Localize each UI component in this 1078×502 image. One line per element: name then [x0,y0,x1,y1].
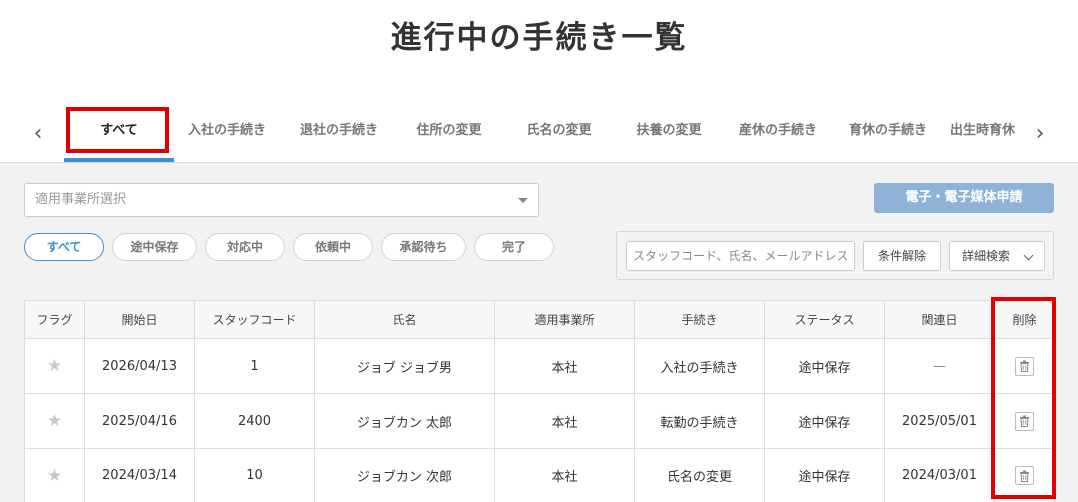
chevron-down-icon [1023,250,1034,261]
tab-scroll-right-icon[interactable]: › [1030,120,1050,148]
active-tab-indicator [64,158,174,162]
col-flag-header: フラグ [25,301,85,339]
trash-icon[interactable] [1015,466,1034,485]
related-date-cell: 2025/05/01 [885,394,995,449]
name-cell[interactable]: ジョブ ジョブ男 [315,339,495,394]
status-filter-all[interactable]: すべて [24,233,104,261]
col-office-header: 適用事業所 [495,301,635,339]
col-start-header: 開始日 [85,301,195,339]
flag-cell: ★ [25,339,85,394]
col-status-header: ステータス [765,301,885,339]
start-date-cell: 2026/04/13 [85,339,195,394]
status-filter-awaiting-approval[interactable]: 承認待ち [381,233,466,261]
delete-cell [995,449,1055,502]
delete-cell [995,339,1055,394]
star-icon[interactable]: ★ [47,466,62,486]
trash-icon[interactable] [1015,411,1034,431]
caret-down-icon [518,198,528,203]
tab-joining[interactable]: 入社の手続き [177,112,277,163]
tab-scroll-left-icon[interactable]: ‹ [28,120,48,148]
col-related-header: 関連日 [885,301,995,339]
advanced-search-button[interactable]: 詳細検索 [949,241,1045,271]
col-code-header: スタッフコード [195,301,315,339]
flag-cell: ★ [25,394,85,449]
col-delete-header: 削除 [995,301,1055,339]
status-filter-completed[interactable]: 完了 [474,233,554,261]
start-date-cell: 2024/03/14 [85,449,195,502]
page-title: 進行中の手続き一覧 [390,20,688,56]
status-filter-in-progress[interactable]: 対応中 [205,233,285,261]
status-cell: 途中保存 [765,394,885,449]
col-procedure-header: 手続き [635,301,765,339]
status-cell: 途中保存 [765,339,885,394]
clear-conditions-button[interactable]: 条件解除 [863,241,941,271]
flag-cell: ★ [25,449,85,502]
office-cell: 本社 [495,339,635,394]
procedure-tabs: すべて 入社の手続き 退社の手続き 住所の変更 氏名の変更 扶養の変更 産休の手… [64,112,1022,163]
tab-all[interactable]: すべて [64,112,174,163]
office-cell: 本社 [495,394,635,449]
office-cell: 本社 [495,449,635,502]
related-date-cell: — [885,339,995,394]
tab-birth-childcare[interactable]: 出生時育休 [950,112,1022,163]
tab-leaving[interactable]: 退社の手続き [289,112,389,163]
name-cell[interactable]: ジョブカン 太郎 [315,394,495,449]
tab-address-change[interactable]: 住所の変更 [401,112,497,163]
procedures-table: フラグ 開始日 スタッフコード 氏名 適用事業所 手続き ステータス 関連日 削… [24,300,1055,502]
tab-dependent-change[interactable]: 扶養の変更 [621,112,717,163]
status-filter-requested[interactable]: 依頼中 [293,233,373,261]
table-row: ★ 2025/04/16 2400 ジョブカン 太郎 本社 転勤の手続き 途中保… [25,394,1055,449]
advanced-search-label: 詳細検索 [962,249,1011,263]
star-icon[interactable]: ★ [47,356,62,376]
star-icon[interactable]: ★ [47,411,62,431]
procedure-cell[interactable]: 入社の手続き [635,339,765,394]
status-filter-draft[interactable]: 途中保存 [112,233,197,261]
tab-name-change[interactable]: 氏名の変更 [511,112,607,163]
staff-code-cell: 1 [195,339,315,394]
table-row: ★ 2026/04/13 1 ジョブ ジョブ男 本社 入社の手続き 途中保存 — [25,339,1055,394]
procedure-cell[interactable]: 氏名の変更 [635,449,765,502]
related-date-cell: 2024/03/01 [885,449,995,502]
tab-childcare-leave[interactable]: 育休の手続き [838,112,938,163]
procedure-cell[interactable]: 転勤の手続き [635,394,765,449]
col-name-header: 氏名 [315,301,495,339]
table-header-row: フラグ 開始日 スタッフコード 氏名 適用事業所 手続き ステータス 関連日 削… [25,301,1055,339]
start-date-cell: 2025/04/16 [85,394,195,449]
electronic-apply-button[interactable]: 電子・電子媒体申請 [874,183,1054,213]
trash-icon[interactable] [1015,356,1034,376]
table-row: ★ 2024/03/14 10 ジョブカン 次郎 本社 氏名の変更 途中保存 2… [25,449,1055,502]
office-select[interactable]: 適用事業所選択 [24,183,539,217]
office-select-placeholder: 適用事業所選択 [35,192,127,207]
name-cell[interactable]: ジョブカン 次郎 [315,449,495,502]
tab-maternity-leave[interactable]: 産休の手続き [728,112,828,163]
staff-code-cell: 10 [195,449,315,502]
staff-code-cell: 2400 [195,394,315,449]
status-cell: 途中保存 [765,449,885,502]
search-input[interactable]: スタッフコード、氏名、メールアドレス [626,241,855,271]
delete-cell [995,394,1055,449]
